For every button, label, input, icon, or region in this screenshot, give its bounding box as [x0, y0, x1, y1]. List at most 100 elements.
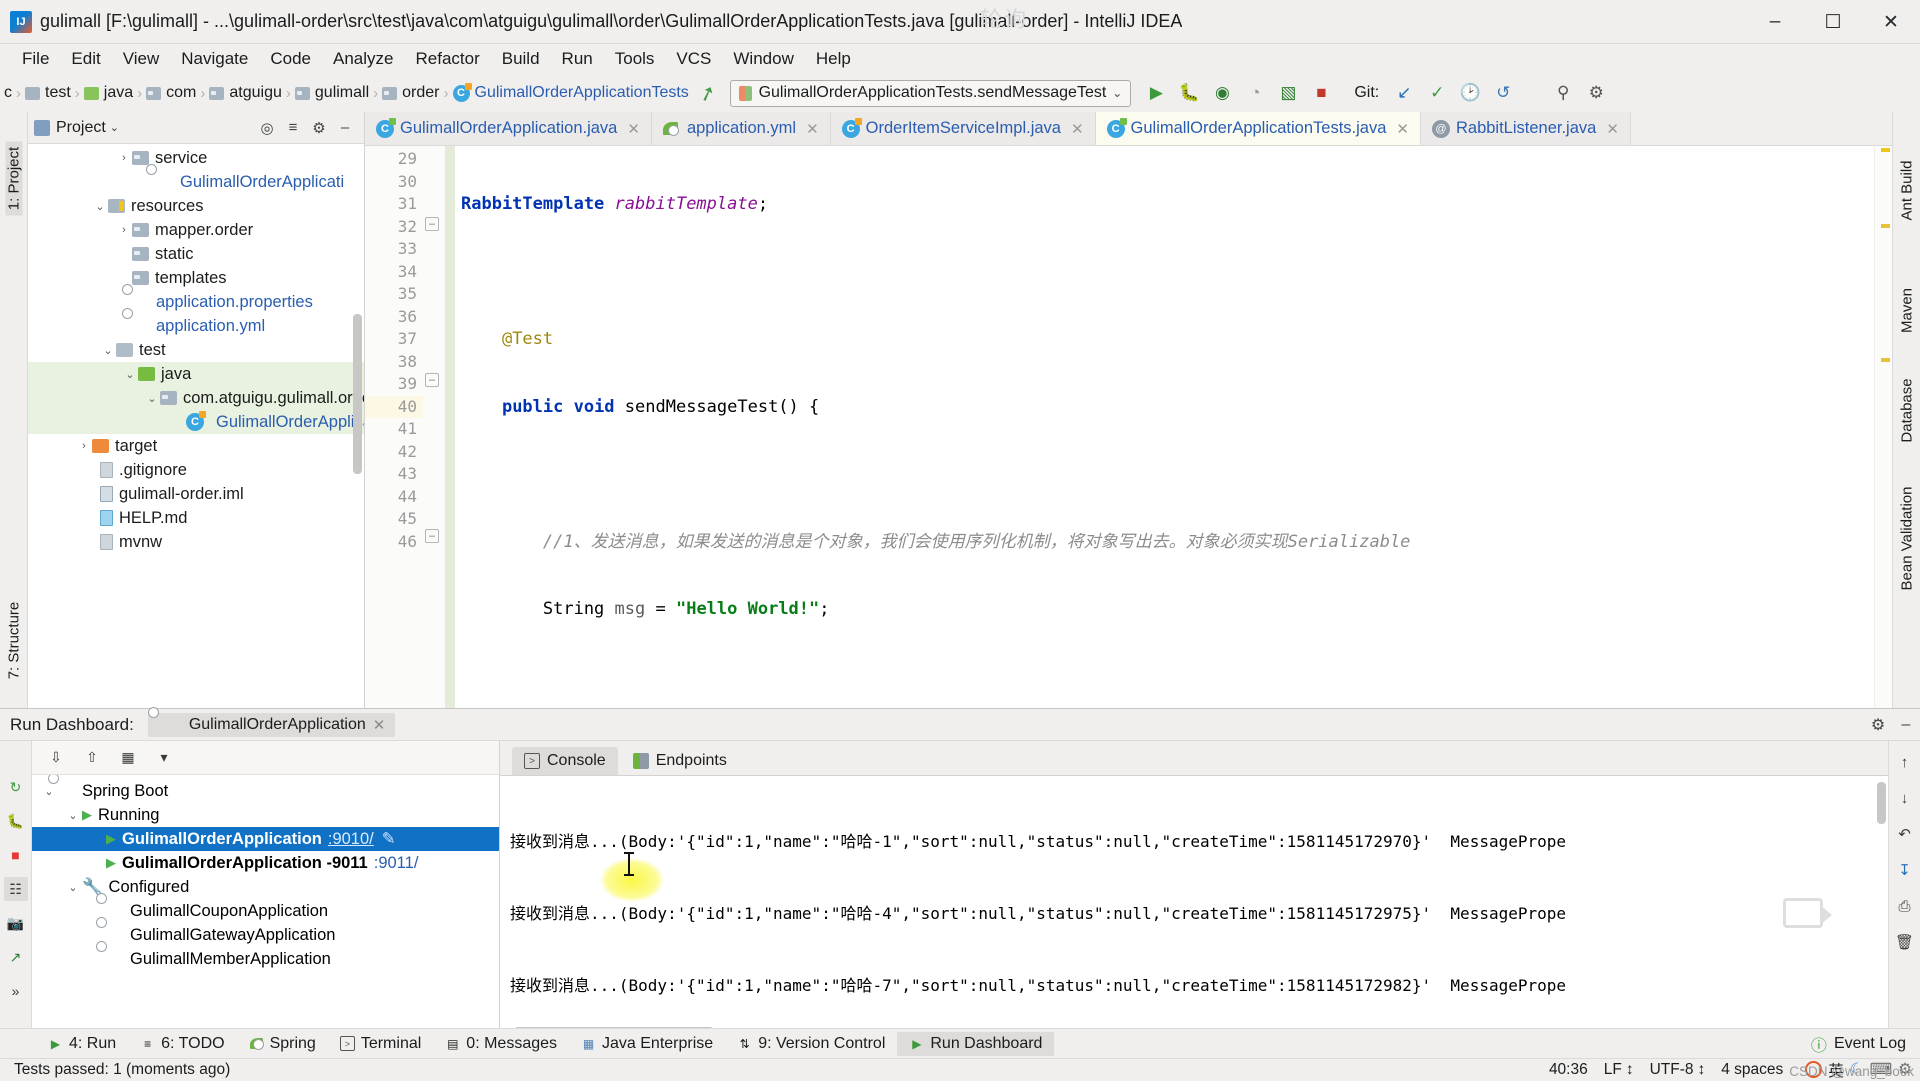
dash-item-gulimall-order-application-9011[interactable]: ▶ GulimallOrderApplication -9011 :9011/ — [32, 851, 499, 875]
caret-position[interactable]: 40:36 — [1549, 1061, 1588, 1079]
chevron-right-icon[interactable]: › — [116, 152, 132, 164]
tree-item-mapper-order[interactable]: › mapper.order — [28, 218, 364, 242]
dash-item-port-link[interactable]: :9011/ — [374, 854, 419, 873]
menu-edit[interactable]: Edit — [61, 46, 110, 72]
tool-button-messages[interactable]: ▤ 0: Messages — [433, 1032, 569, 1056]
editor-tab-order-item-service-impl[interactable]: C OrderItemServiceImpl.java ✕ — [830, 112, 1096, 145]
soft-wrap-icon[interactable]: ↶ — [1893, 823, 1917, 845]
commit-icon[interactable]: ✓ — [1422, 79, 1452, 107]
tree-item-mvnw[interactable]: mvnw — [28, 530, 364, 554]
tool-button-todo[interactable]: ≡ 6: TODO — [128, 1032, 236, 1056]
run-icon[interactable]: ▶ — [1141, 79, 1171, 107]
tab-console[interactable]: > Console — [512, 747, 618, 775]
tree-item-application-yml[interactable]: application.yml — [28, 314, 364, 338]
tool-tab-ant-build[interactable]: Ant Build — [1899, 154, 1916, 228]
dash-item-running[interactable]: ⌄ ▶ Running — [32, 803, 499, 827]
clear-all-icon[interactable]: 🗑 — [1893, 931, 1917, 953]
settings-icon[interactable]: ⚙ — [1864, 711, 1892, 739]
chevron-down-icon[interactable]: ⌄ — [100, 344, 116, 357]
tool-tab-project[interactable]: 1: Project — [5, 141, 23, 216]
tree-item-gulimall-order-application[interactable]: GulimallOrderApplicati — [28, 170, 364, 194]
tree-item-service[interactable]: › service — [28, 146, 364, 170]
layout-icon[interactable]: ☷ — [3, 877, 28, 901]
minimize-button[interactable]: – — [1746, 0, 1804, 44]
navigate-up-icon[interactable]: ➚ — [695, 78, 719, 107]
close-icon[interactable]: ✕ — [1606, 120, 1619, 138]
tool-button-run[interactable]: ▶ 4: Run — [36, 1032, 128, 1056]
collapse-all-icon[interactable]: ≡ — [280, 115, 306, 141]
dash-item-gulimall-order-application-9010[interactable]: ▶ GulimallOrderApplication :9010/ ✎ — [32, 827, 499, 851]
hide-icon[interactable]: – — [332, 115, 358, 141]
close-icon[interactable]: ✕ — [1396, 120, 1409, 138]
breadcrumb-item-test[interactable]: test — [45, 84, 71, 102]
print-icon[interactable]: ⎙ — [1893, 895, 1917, 917]
chevron-down-icon[interactable]: ⌄ — [64, 881, 82, 894]
menu-run[interactable]: Run — [552, 46, 603, 72]
tree-item-test[interactable]: ⌄ test — [28, 338, 364, 362]
chevron-down-icon[interactable]: ⌄ — [122, 368, 138, 381]
breadcrumb-item-com[interactable]: com — [166, 84, 196, 102]
tree-item-iml[interactable]: gulimall-order.iml — [28, 482, 364, 506]
editor-tab-gulimall-order-application[interactable]: C GulimallOrderApplication.java ✕ — [365, 112, 652, 145]
file-encoding[interactable]: UTF-8 ↕ — [1650, 1061, 1706, 1079]
chevron-right-icon[interactable]: › — [76, 440, 92, 452]
debug-icon[interactable]: 🐛 — [1174, 79, 1204, 107]
indent-setting[interactable]: 4 spaces — [1721, 1061, 1783, 1079]
tree-item-static[interactable]: static — [28, 242, 364, 266]
expand-all-icon[interactable]: ⇩ — [42, 745, 70, 771]
group-icon[interactable]: ▦ — [114, 745, 142, 771]
run-dashboard-tab[interactable]: GulimallOrderApplication ✕ — [147, 712, 396, 737]
menu-help[interactable]: Help — [806, 46, 861, 72]
tool-tab-structure[interactable]: 7: Structure — [6, 592, 23, 690]
breadcrumb-item-class[interactable]: GulimallOrderApplicationTests — [475, 84, 689, 102]
fold-minus-icon[interactable]: – — [425, 373, 439, 387]
locate-icon[interactable]: ◎ — [254, 115, 280, 141]
menu-window[interactable]: Window — [723, 46, 803, 72]
close-icon[interactable]: ✕ — [373, 716, 386, 734]
edit-pencil-icon[interactable]: ✎ — [382, 829, 396, 849]
tool-button-terminal[interactable]: > Terminal — [328, 1032, 433, 1056]
tree-item-templates[interactable]: templates — [28, 266, 364, 290]
chevron-right-icon[interactable]: › — [116, 224, 132, 236]
close-icon[interactable]: ✕ — [627, 120, 640, 138]
editor-tab-application-yml[interactable]: application.yml ✕ — [651, 112, 831, 145]
settings-icon[interactable]: ⚙ — [306, 115, 332, 141]
menu-refactor[interactable]: Refactor — [405, 46, 489, 72]
tool-tab-maven[interactable]: Maven — [1899, 280, 1916, 342]
scroll-up-icon[interactable]: ↑ — [1893, 751, 1917, 773]
line-separator[interactable]: LF ↕ — [1604, 1061, 1634, 1079]
dash-item-gulimall-member-application[interactable]: GulimallMemberApplication — [32, 947, 499, 971]
tool-button-run-dashboard[interactable]: ▶ Run Dashboard — [897, 1031, 1055, 1056]
scroll-down-icon[interactable]: ↓ — [1893, 787, 1917, 809]
stop-icon[interactable]: ■ — [4, 843, 28, 867]
search-everywhere-icon[interactable]: ⚲ — [1548, 79, 1578, 107]
rerun-icon[interactable]: ↻ — [4, 775, 28, 799]
tree-item-package-com-atguigu[interactable]: ⌄ com.atguigu.gulimall.orde — [28, 386, 364, 410]
editor-tab-gulimall-order-application-tests[interactable]: C GulimallOrderApplicationTests.java ✕ — [1095, 112, 1421, 145]
hide-icon[interactable]: – — [1892, 711, 1920, 739]
history-icon[interactable]: 🕑 — [1455, 79, 1485, 107]
maximize-button[interactable]: ☐ — [1804, 0, 1862, 44]
tree-item-gulimall-order-application-tests[interactable]: C GulimallOrderApplicati — [28, 410, 364, 434]
tree-item-resources[interactable]: ⌄ resources — [28, 194, 364, 218]
breadcrumb-item-gulimall[interactable]: gulimall — [315, 84, 369, 102]
chevron-down-icon[interactable]: ⌄ — [144, 392, 160, 405]
tool-button-spring[interactable]: Spring — [237, 1032, 328, 1056]
close-icon[interactable]: ✕ — [1071, 120, 1084, 138]
tree-item-java[interactable]: ⌄ java — [28, 362, 364, 386]
chevron-down-icon[interactable]: ⌄ — [40, 785, 58, 798]
more-icon[interactable]: » — [4, 979, 28, 1003]
tool-button-version-control[interactable]: ⇅ 9: Version Control — [725, 1032, 897, 1056]
debug-icon[interactable]: 🐛 — [4, 809, 28, 833]
tool-tab-bean-validation[interactable]: Bean Validation — [1899, 483, 1916, 595]
chevron-down-icon[interactable]: ⌄ — [92, 200, 108, 213]
collapse-all-icon[interactable]: ⇧ — [78, 745, 106, 771]
menu-analyze[interactable]: Analyze — [323, 46, 403, 72]
run-with-coverage-icon[interactable]: ◉ — [1207, 79, 1237, 107]
run-dashboard-tree[interactable]: ⌄ Spring Boot ⌄ ▶ Running ▶ GulimallOrde… — [32, 775, 499, 1038]
menu-navigate[interactable]: Navigate — [171, 46, 258, 72]
editor-tab-rabbit-listener[interactable]: @ RabbitListener.java ✕ — [1420, 112, 1631, 145]
menu-build[interactable]: Build — [492, 46, 550, 72]
profile-icon[interactable]: ◔ — [1240, 79, 1270, 107]
console-vertical-scrollbar[interactable] — [1877, 782, 1886, 824]
